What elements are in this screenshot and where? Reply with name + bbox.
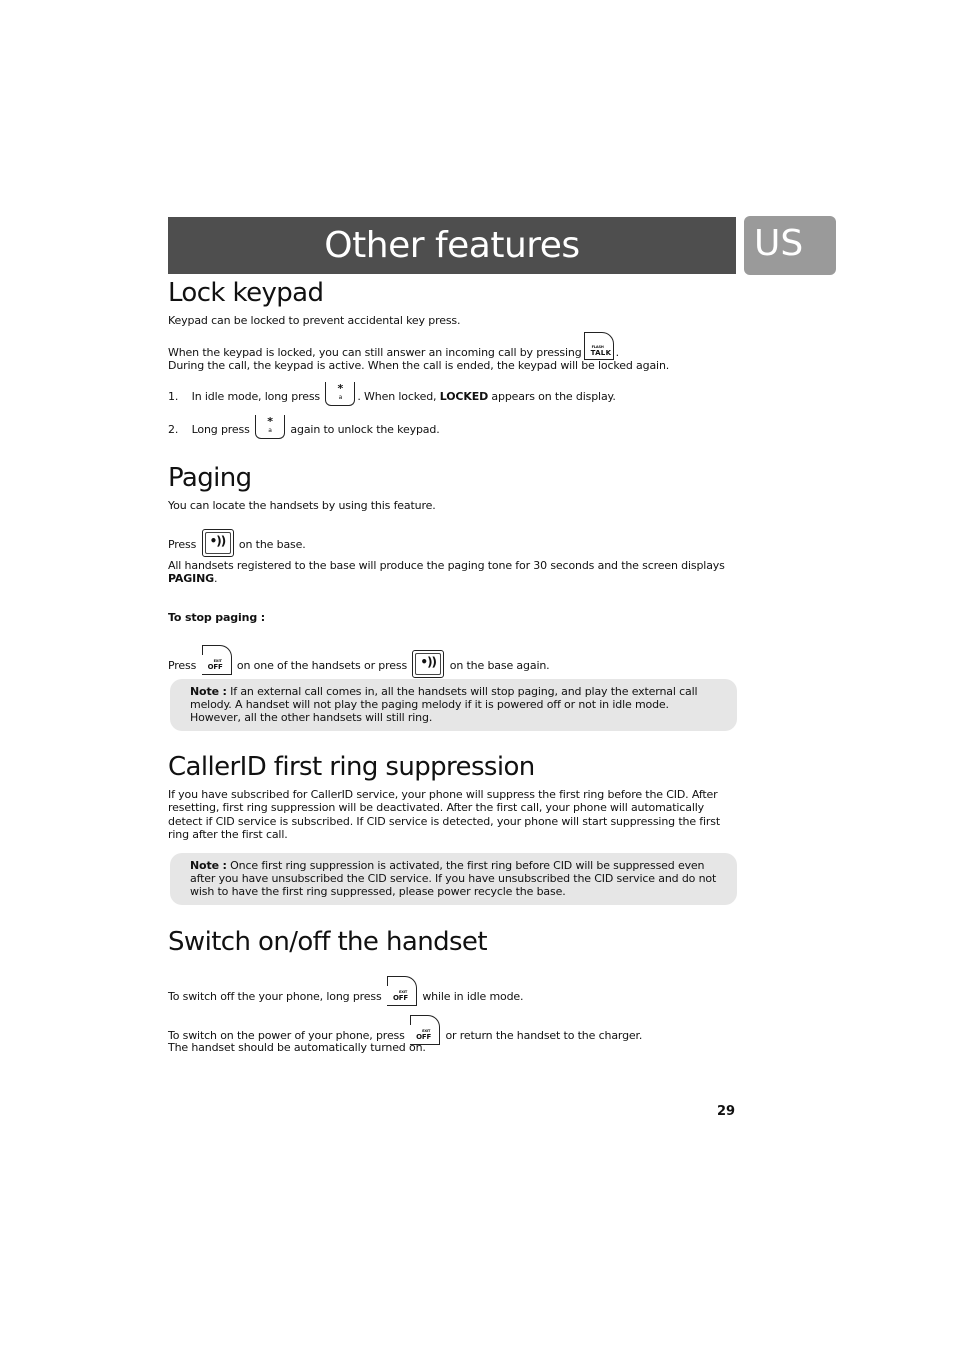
switch-auto-on: The handset should be automatically turn… bbox=[168, 1041, 426, 1054]
callerid-note: Note : Once first ring suppression is ac… bbox=[170, 853, 737, 905]
lock-keypad-during-call: During the call, the keypad is active. W… bbox=[168, 359, 670, 372]
paging-key-icon: •)) bbox=[412, 650, 445, 678]
note-label: Note : bbox=[190, 685, 227, 698]
star-lock-key-icon: * a bbox=[255, 415, 286, 439]
section-heading-callerid: CallerID first ring suppression bbox=[168, 752, 535, 782]
manual-page: Other features US Lock keypad Keypad can… bbox=[0, 0, 954, 1351]
paging-intro: You can locate the handsets by using thi… bbox=[168, 499, 436, 512]
paging-all-handsets: All handsets registered to the base will… bbox=[168, 559, 725, 586]
star-lock-key-icon: * a bbox=[325, 382, 356, 406]
callerid-body: If you have subscribed for CallerID serv… bbox=[168, 788, 721, 842]
switch-off-instruction: To switch off the your phone, long press… bbox=[168, 976, 524, 1006]
paging-display-label: PAGING bbox=[168, 572, 215, 586]
lock-step-1: 1. In idle mode, long press * a. When loc… bbox=[168, 382, 616, 406]
lock-keypad-answer: When the keypad is locked, you can still… bbox=[168, 332, 619, 360]
lock-step-2: 2. Long press * a again to unlock the key… bbox=[168, 415, 440, 439]
stop-paging-heading: To stop paging : bbox=[168, 611, 265, 624]
paging-key-icon: •)) bbox=[201, 529, 234, 557]
page-number: 29 bbox=[717, 1104, 736, 1119]
section-heading-switch-handset: Switch on/off the handset bbox=[168, 927, 488, 957]
paging-press: Press •)) on the base. bbox=[168, 529, 306, 557]
lock-keypad-intro: Keypad can be locked to prevent accident… bbox=[168, 314, 461, 327]
page-title: Other features bbox=[168, 217, 736, 274]
paging-note: Note : If an external call comes in, all… bbox=[170, 679, 737, 731]
note-label: Note : bbox=[190, 859, 227, 872]
locked-label: LOCKED bbox=[439, 390, 489, 403]
section-heading-paging: Paging bbox=[168, 463, 252, 493]
talk-key-icon: FLASH TALK bbox=[583, 332, 614, 360]
off-key-icon: EXIT OFF bbox=[386, 976, 417, 1006]
off-key-icon: EXIT OFF bbox=[201, 645, 232, 675]
language-tab: US bbox=[744, 216, 836, 275]
section-heading-lock-keypad: Lock keypad bbox=[168, 278, 324, 308]
stop-paging-instruction: Press EXIT OFF on one of the handsets or … bbox=[168, 645, 550, 678]
